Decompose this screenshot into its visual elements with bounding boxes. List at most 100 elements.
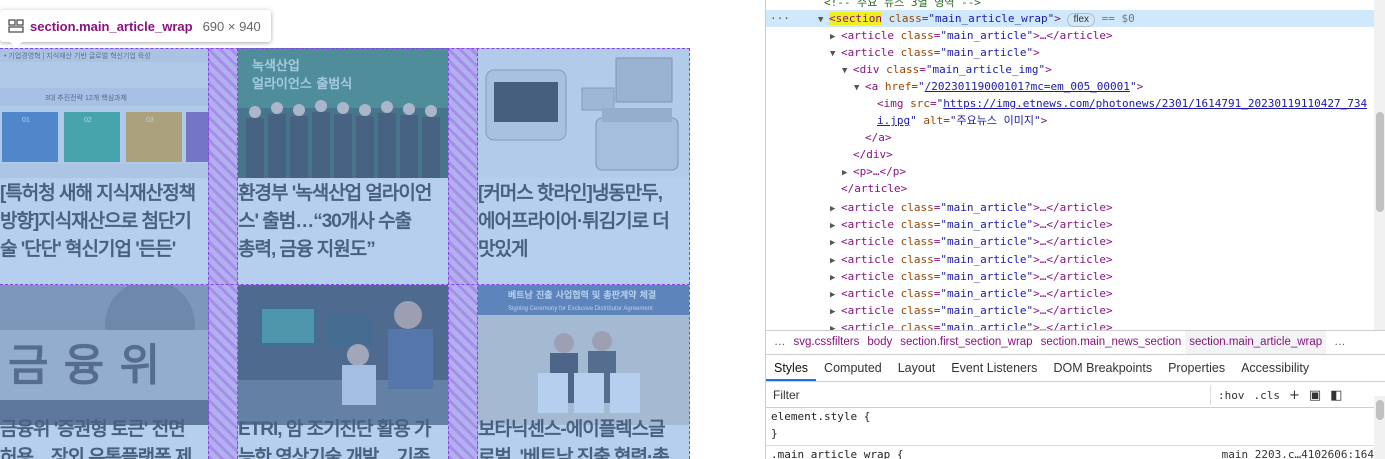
tab-properties[interactable]: Properties [1160, 355, 1233, 381]
tab-computed[interactable]: Computed [816, 355, 890, 381]
expand-triangle-icon[interactable]: ▶ [830, 321, 841, 330]
new-rule-plus-icon[interactable]: + [1289, 383, 1300, 409]
dom-close-a[interactable]: </a> [766, 129, 1374, 146]
scrollbar-thumb[interactable] [1376, 400, 1384, 420]
breadcrumb-overflow[interactable]: … [1326, 331, 1350, 354]
tag-name: article [847, 218, 894, 231]
css-rule-selector[interactable]: .main_article_wrap { [771, 446, 903, 459]
breadcrumb-item[interactable]: body [863, 331, 896, 354]
flex-badge[interactable]: flex [1067, 13, 1096, 27]
scrollbar-thumb[interactable] [1376, 112, 1384, 212]
tab-accessibility[interactable]: Accessibility [1233, 355, 1317, 381]
src-link[interactable]: https://img.etnews.com/photonews/2301/16… [943, 97, 1367, 110]
dom-node-article-open[interactable]: ▼ <article class="main_article"> [766, 44, 1374, 61]
styles-toolbar: :hov .cls + ▣ ◧ [1218, 382, 1352, 408]
svg-text:얼라이언스 출범식: 얼라이언스 출범식 [252, 76, 352, 92]
tab-dom-breakpoints[interactable]: DOM Breakpoints [1045, 355, 1160, 381]
tooltip-dimensions: 690 × 940 [202, 18, 261, 34]
dom-node-article[interactable]: ▶ <article class="main_article">…</articl… [766, 251, 1374, 268]
tab-styles[interactable]: Styles [766, 355, 817, 381]
toggle-sidebar-icon[interactable]: ◧ [1330, 383, 1342, 409]
article-headline-3[interactable]: [커머스 핫라인]냉동만두, 에어프라이어·튀김기로 더 맛있게 [478, 180, 670, 264]
dom-node-article[interactable]: ▶ <article class="main_article">…</articl… [766, 27, 1374, 44]
dom-node-anchor[interactable]: ▼ <a href="/20230119000101?mc=em_005_0000… [766, 78, 1374, 95]
css-source-link[interactable]: main_2203.c…4102606:164 [1222, 446, 1374, 459]
dom-node-article[interactable]: ▶ <article class="main_article">…</articl… [766, 216, 1374, 233]
dom-node-div[interactable]: ▼ <div class="main_article_img"> [766, 61, 1374, 78]
tab-layout[interactable]: Layout [890, 355, 944, 381]
styles-tab-strip: Styles Computed Layout Event Listeners DOM B… [766, 355, 1385, 382]
attr-value: main_article [946, 304, 1027, 317]
styles-filter-input[interactable]: Filter [771, 385, 1211, 405]
article-image-etri-lab[interactable] [238, 285, 448, 425]
attr-value: main_article [946, 46, 1027, 59]
headline-line: 총력, 금융 지원도” [238, 239, 376, 260]
article-headline-4[interactable]: 금융위 '증권형 토큰' 전면 허용…장외 유통플랫폼 제 [0, 416, 192, 459]
class-toggle[interactable]: .cls [1254, 383, 1281, 409]
dom-node-img[interactable]: <img src="https://img.etnews.com/photone… [766, 95, 1374, 112]
flex-gap-overlay [208, 48, 238, 459]
article-image-green-alliance[interactable]: 녹색산업 얼라이언스 출범식 [238, 48, 448, 178]
attr-value: main_article_wrap [934, 12, 1048, 25]
breadcrumb-overflow[interactable]: … [766, 331, 790, 354]
elements-scrollbar[interactable] [1374, 0, 1385, 330]
hover-state-toggle[interactable]: :hov [1218, 383, 1245, 409]
headline-line: 맛있게 [478, 239, 528, 260]
headline-line: 로벌, '베트남 진출 협력·총 [478, 447, 670, 459]
dom-node-article[interactable]: ▶ <article class="main_article">…</articl… [766, 268, 1374, 285]
article-column-2: 녹색산업 얼라이언스 출범식 환경부 '녹색산업 얼라이언 스' 출범…“30개… [238, 48, 448, 459]
breadcrumb: … svg.cssfilters body section.first_section… [766, 330, 1385, 355]
article-headline-6[interactable]: 보타닉센스-에이플렉스글 로벌, '베트남 진출 협력·총 [478, 416, 670, 459]
headline-line: [커머스 핫라인]냉동만두, [478, 183, 663, 204]
headline-line: 에어프라이어·튀김기로 더 [478, 211, 670, 232]
dom-close-div[interactable]: </div> [766, 146, 1374, 163]
dom-node-article[interactable]: ▶ <article class="main_article">…</articl… [766, 302, 1374, 319]
article-image-vietnam-signing[interactable]: 베트남 진출 사업협력 및 총판계약 체결 Signing Ceremony f… [478, 285, 689, 425]
dom-node-article[interactable]: ▶ <article class="main_article">…</articl… [766, 199, 1374, 216]
breadcrumb-item[interactable]: section.main_news_section [1037, 331, 1186, 354]
tag-name: article [847, 270, 894, 283]
dom-node-article[interactable]: ▶ <article class="main_article">…</articl… [766, 285, 1374, 302]
svg-text:• 기업경영혁 | 지식재산 기반 글로벌 혁신기업 육성: • 기업경영혁 | 지식재산 기반 글로벌 혁신기업 육성 [4, 51, 151, 60]
article-headline-2[interactable]: 환경부 '녹색산업 얼라이언 스' 출범…“30개사 수출 총력, 금융 지원도… [238, 180, 432, 264]
article-headline-5[interactable]: ETRI, 암 조기진단 활용 가 능한 영상기술 개발…기존 [238, 416, 432, 459]
comment-text: <!-- 주요 뉴스 3열 영역 --> [824, 0, 981, 9]
headline-line: 술 '단단' 혁신기업 '든든' [0, 239, 176, 260]
tag-name: article [847, 29, 894, 42]
dom-node-selected-section[interactable]: ··· ▼ <section class="main_article_wrap">… [766, 10, 1374, 27]
styles-scrollbar[interactable] [1374, 396, 1385, 459]
flex-container-icon [8, 19, 24, 33]
headline-line: 환경부 '녹색산업 얼라이언 [238, 183, 432, 204]
breadcrumb-item[interactable]: section.first_section_wrap [896, 331, 1036, 354]
attr-value: main_article [946, 253, 1027, 266]
headline-line: 허용…장외 유통플랫폼 제 [0, 447, 192, 459]
more-icon[interactable]: ··· [770, 10, 790, 27]
article-image-ip-policy[interactable]: • 기업경영혁 | 지식재산 기반 글로벌 혁신기업 육성 3대 추진전략 12… [0, 48, 209, 178]
styles-pane: element.style { } .main_article_wrap { m… [766, 408, 1374, 459]
href-link[interactable]: /20230119000101?mc=em_005_00001 [925, 80, 1130, 93]
article-image-fsc[interactable]: 금 융 위 [0, 285, 209, 425]
svg-text:03: 03 [146, 117, 154, 124]
flex-edge-guide [689, 48, 690, 459]
element-style-rule[interactable]: element.style { [771, 408, 870, 425]
headline-line: 방향]지식재산으로 첨단기 [0, 211, 192, 232]
breadcrumb-item-selected[interactable]: section.main_article_wrap [1185, 331, 1327, 354]
dom-node-article[interactable]: ▶ <article class="main_article">…</articl… [766, 233, 1374, 250]
paint-brush-icon[interactable]: ▣ [1309, 383, 1321, 409]
dom-node-article[interactable]: ▶ <article class="main_article">…</articl… [766, 319, 1374, 330]
dom-node-img-cont[interactable]: i.jpg" alt="주요뉴스 이미지"> [766, 112, 1374, 129]
article-headline-1[interactable]: [특허청 새해 지식재산정책 방향]지식재산으로 첨단기 술 '단단' 혁신기업… [0, 180, 196, 264]
tag-name: article [847, 321, 894, 330]
attr-value: main_article [946, 321, 1027, 330]
tab-event-listeners[interactable]: Event Listeners [943, 355, 1045, 381]
expand-triangle-icon[interactable]: ▶ [830, 235, 841, 252]
attr-value: main_article [946, 287, 1027, 300]
article-image-airfryer[interactable] [478, 48, 689, 178]
src-link-cont[interactable]: i.jpg [877, 114, 910, 127]
dom-close-article[interactable]: </article> [766, 180, 1374, 197]
tag-name: article [847, 235, 894, 248]
styles-filter-bar: Filter :hov .cls + ▣ ◧ [766, 382, 1385, 408]
breadcrumb-item[interactable]: svg.cssfilters [790, 331, 864, 354]
attr-value: main_article [946, 218, 1027, 231]
dom-node-p[interactable]: ▶ <p>…</p> [766, 163, 1374, 180]
